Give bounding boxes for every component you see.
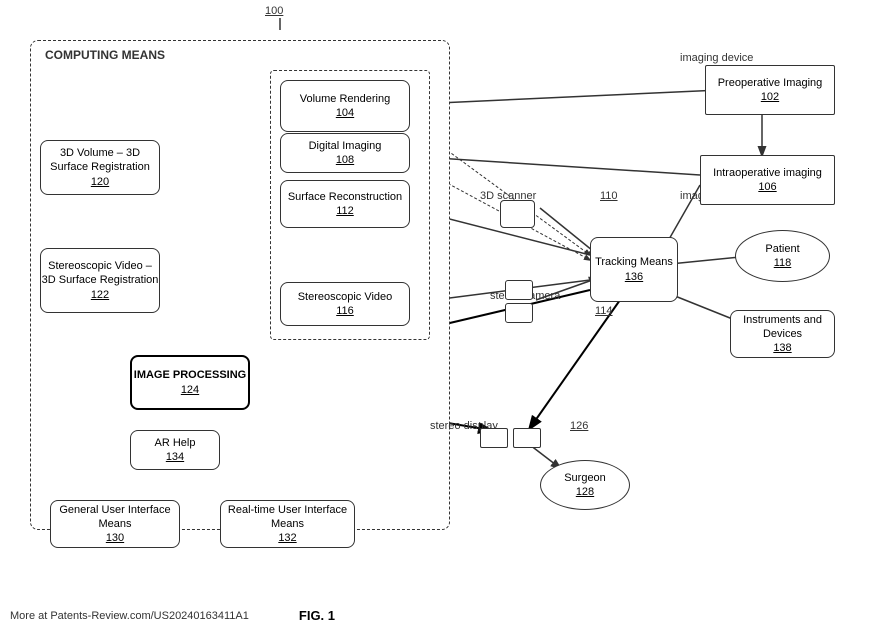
footer-url: More at Patents-Review.com/US20240163411…: [10, 610, 249, 622]
stereo-display-ref: 126: [570, 420, 588, 432]
imaging-device-top-label: imaging device: [680, 52, 753, 64]
stereo-camera-ref: 114: [595, 305, 613, 317]
stereo-camera-icon-2: [505, 303, 533, 323]
footer: More at Patents-Review.com/US20240163411…: [10, 608, 335, 623]
image-processing-box: IMAGE PROCESSING 124: [130, 355, 250, 410]
ref-100: 100: [265, 5, 283, 17]
scanner-ref: 110: [600, 190, 618, 202]
diagram: 100 COMPUTING MEANS imaging device Preop…: [0, 0, 880, 600]
general-ui-box: General User Interface Means 130: [50, 500, 180, 548]
surface-reconstruction-box: Surface Reconstruction 112: [280, 180, 410, 228]
preoperative-imaging-box: Preoperative Imaging 102: [705, 65, 835, 115]
stereoscopic-video-box: Stereoscopic Video 116: [280, 282, 410, 326]
intraoperative-imaging-box: Intraoperative imaging 106: [700, 155, 835, 205]
digital-imaging-box: Digital Imaging 108: [280, 133, 410, 173]
stereo-display-icon-1: [480, 428, 508, 448]
volume-rendering-box: Volume Rendering 104: [280, 80, 410, 132]
tracking-means-box: Tracking Means 136: [590, 237, 678, 302]
vol-3d-surface-reg-box: 3D Volume – 3D Surface Registration 120: [40, 140, 160, 195]
ar-help-box: AR Help 134: [130, 430, 220, 470]
computing-means-label: COMPUTING MEANS: [45, 48, 165, 62]
realtime-ui-box: Real-time User Interface Means 132: [220, 500, 355, 548]
scanner-icon: [500, 200, 535, 228]
stereo-3d-surface-reg-box: Stereoscopic Video – 3D Surface Registra…: [40, 248, 160, 313]
stereo-camera-icon-1: [505, 280, 533, 300]
stereo-display-icon-2: [513, 428, 541, 448]
instruments-box: Instruments and Devices 138: [730, 310, 835, 358]
fig-label: FIG. 1: [299, 608, 335, 623]
surgeon-box: Surgeon 128: [540, 460, 630, 510]
patient-box: Patient 118: [735, 230, 830, 282]
